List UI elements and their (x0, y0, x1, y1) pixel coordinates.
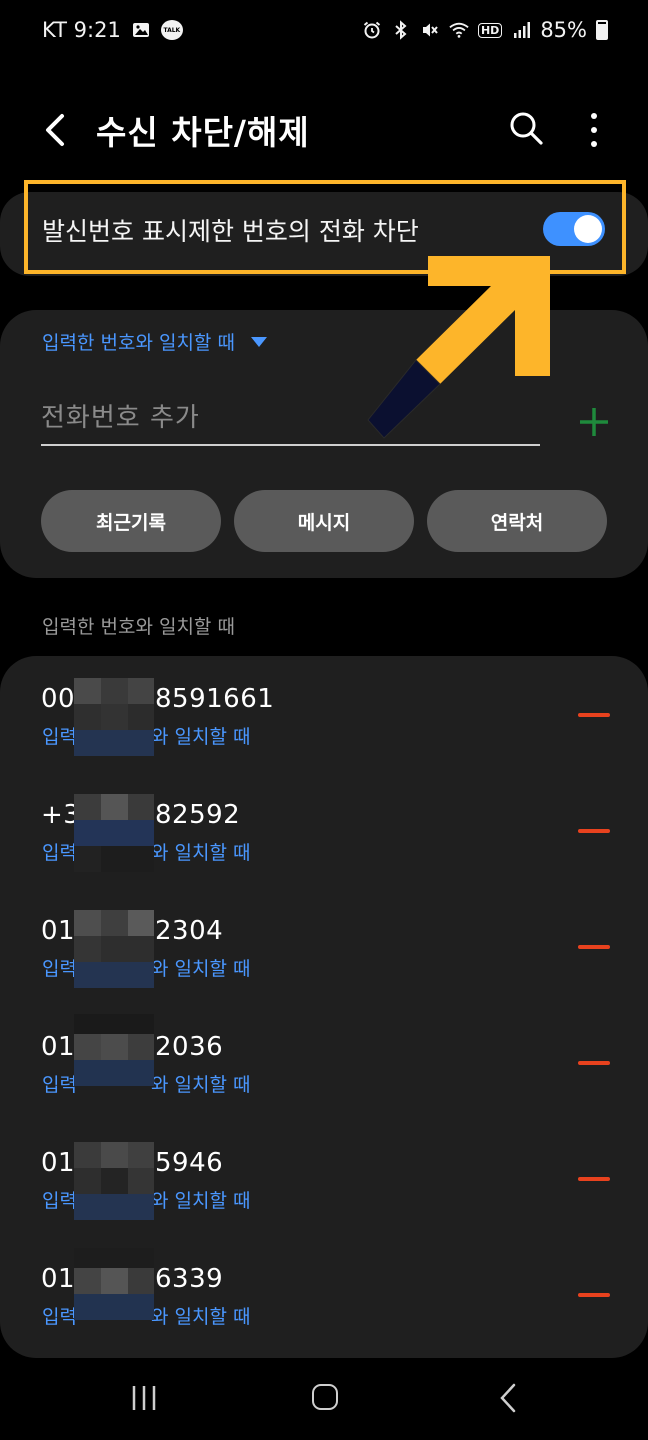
remove-button[interactable] (578, 1293, 610, 1297)
page-title: 수신 차단/해제 (96, 113, 310, 152)
highlight-annotation-box (24, 180, 626, 274)
back-button[interactable] (36, 108, 76, 152)
match-mode-dropdown[interactable]: 입력한 번호와 일치할 때 (42, 328, 267, 355)
gallery-icon (132, 23, 149, 37)
battery-percent: 85% (540, 18, 587, 42)
home-icon[interactable] (312, 1384, 338, 1410)
match-sub-prefix: 입력 (42, 1306, 77, 1328)
messages-button[interactable]: 메시지 (234, 490, 414, 552)
number-suffix: 2304 (155, 916, 224, 946)
match-sub-prefix: 입력 (42, 1190, 77, 1212)
number-suffix: 8591661 (155, 684, 275, 714)
app-bar: 수신 차단/해제 (0, 90, 648, 170)
remove-button[interactable] (578, 1061, 610, 1065)
redacted-block (74, 1014, 154, 1086)
list-item[interactable]: 01 2036 입력 와 일치할 때 (0, 1014, 648, 1136)
status-bar: KT 9:21 TALK HD 85% (0, 0, 648, 60)
recent-apps-icon[interactable] (130, 1384, 158, 1412)
number-prefix: 01 (41, 1148, 76, 1178)
match-sub-suffix: 와 일치할 때 (151, 958, 251, 980)
remove-button[interactable] (578, 713, 610, 717)
match-sub-suffix: 와 일치할 때 (151, 1306, 251, 1328)
wifi-icon (449, 22, 469, 38)
list-item[interactable]: 01 6339 입력 와 일치할 때 (0, 1248, 648, 1368)
carrier-time: KT 9:21 (42, 18, 121, 42)
contacts-button[interactable]: 연락처 (427, 490, 607, 552)
number-suffix: 2036 (155, 1032, 224, 1062)
navigation-bar (0, 1358, 648, 1440)
signal-icon (514, 22, 531, 38)
redacted-block (74, 678, 154, 756)
battery-icon (596, 20, 608, 40)
redacted-block (74, 1248, 154, 1320)
redacted-block (74, 910, 154, 988)
match-sub-suffix: 와 일치할 때 (151, 726, 251, 748)
match-sub-suffix: 와 일치할 때 (151, 1074, 251, 1096)
match-sub-prefix: 입력 (42, 726, 77, 748)
plus-icon[interactable] (576, 404, 612, 440)
talk-icon: TALK (160, 20, 183, 40)
phone-number-input[interactable] (41, 392, 540, 446)
number-prefix: 00 (41, 684, 76, 714)
redacted-block (74, 1142, 154, 1220)
number-suffix: 5946 (155, 1148, 224, 1178)
list-item[interactable]: 00 8591661 입력 와 일치할 때 (0, 672, 648, 788)
more-vertical-icon[interactable] (576, 108, 612, 152)
match-sub-suffix: 와 일치할 때 (151, 842, 251, 864)
search-icon[interactable] (506, 108, 546, 148)
number-prefix: 01 (41, 916, 76, 946)
number-suffix: 6339 (155, 1264, 224, 1294)
remove-button[interactable] (578, 1177, 610, 1181)
match-sub-prefix: 입력 (42, 842, 77, 864)
nav-back-icon[interactable] (496, 1382, 520, 1414)
number-suffix: 82592 (155, 800, 241, 830)
list-item[interactable]: 01 5946 입력 와 일치할 때 (0, 1136, 648, 1252)
number-prefix: 01 (41, 1032, 76, 1062)
bluetooth-icon (395, 20, 407, 40)
remove-button[interactable] (578, 829, 610, 833)
match-sub-suffix: 와 일치할 때 (151, 1190, 251, 1212)
number-prefix: 01 (41, 1264, 76, 1294)
alarm-icon (363, 21, 381, 39)
list-item[interactable]: 01 2304 입력 와 일치할 때 (0, 904, 648, 1020)
remove-button[interactable] (578, 945, 610, 949)
hd-icon: HD (477, 22, 503, 38)
recent-log-button[interactable]: 최근기록 (41, 490, 221, 552)
list-item[interactable]: +3 82592 입력 와 일치할 때 (0, 788, 648, 904)
status-left: KT 9:21 TALK (42, 18, 183, 42)
match-sub-prefix: 입력 (42, 1074, 77, 1096)
dropdown-arrow-icon (250, 336, 267, 347)
match-sub-prefix: 입력 (42, 958, 77, 980)
blocked-list-header: 입력한 번호와 일치할 때 (42, 616, 235, 638)
mute-icon (422, 23, 438, 37)
redacted-block (74, 794, 154, 872)
match-mode-label: 입력한 번호와 일치할 때 (42, 332, 235, 354)
status-right: HD 85% (362, 18, 608, 42)
